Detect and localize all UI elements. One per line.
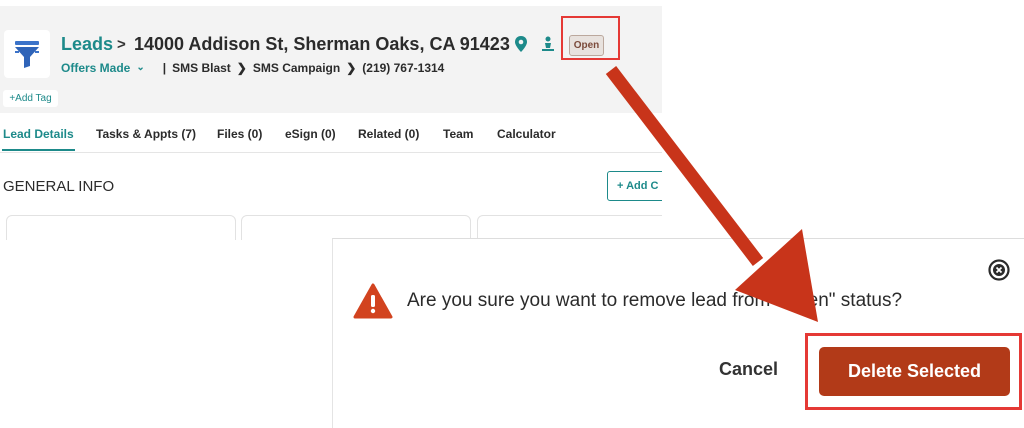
annotation-arrow-icon [605, 66, 818, 322]
